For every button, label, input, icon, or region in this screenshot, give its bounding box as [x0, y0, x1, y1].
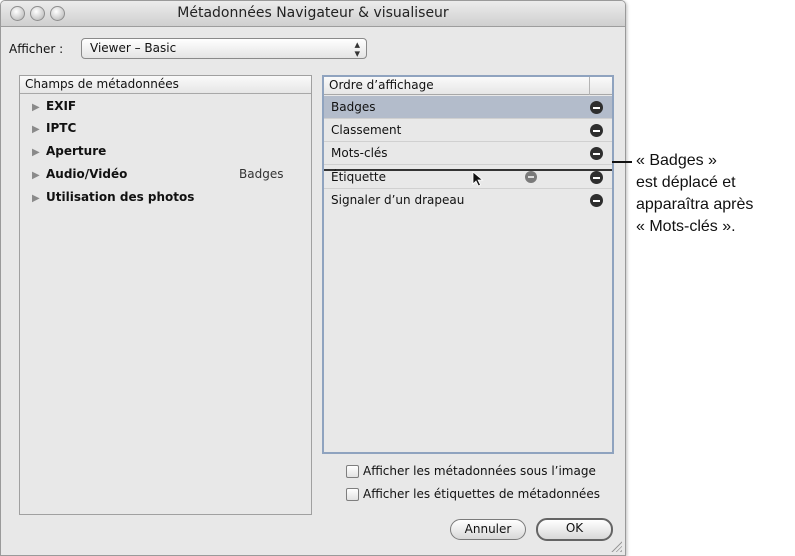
callout-pointer-line: [612, 161, 632, 163]
view-select-value: Viewer – Basic: [90, 41, 177, 55]
view-select[interactable]: Viewer – Basic ▴ ▾: [81, 38, 367, 59]
header-separator: [589, 77, 590, 95]
callout-line-1: « Badges »: [636, 152, 717, 169]
order-item-label: Étiquette: [331, 170, 387, 184]
tree-item-aperture[interactable]: ▶ Aperture: [20, 144, 311, 166]
ok-button[interactable]: OK: [536, 518, 613, 541]
metadata-fields-header: Champs de métadonnées: [20, 76, 311, 94]
order-item-rating[interactable]: Classement: [324, 119, 612, 142]
dragged-remove-icon: [525, 171, 537, 183]
tree-item-photo-usage[interactable]: ▶ Utilisation des photos: [20, 190, 311, 212]
disclosure-triangle-icon[interactable]: ▶: [32, 170, 46, 181]
updown-arrows-icon: ▴ ▾: [354, 38, 360, 60]
order-item-flag[interactable]: Signaler d’un drapeau: [324, 189, 612, 212]
afficher-label: Afficher :: [9, 42, 64, 56]
remove-icon[interactable]: [590, 171, 603, 184]
callout-line-4: « Mots-clés ».: [636, 218, 736, 235]
tree-item-label: Audio/Vidéo: [46, 167, 128, 181]
disclosure-triangle-icon[interactable]: ▶: [32, 193, 46, 204]
order-item-keywords[interactable]: Mots-clés: [324, 142, 612, 165]
show-labels-label: Afficher les étiquettes de métadonnées: [363, 487, 600, 501]
tree-item-exif[interactable]: ▶ EXIF: [20, 99, 311, 121]
remove-icon[interactable]: [590, 147, 603, 160]
callout-line-3: apparaîtra après: [636, 196, 754, 213]
dragged-item-ghost: Badges: [239, 167, 284, 181]
show-below-image-checkbox[interactable]: [346, 464, 359, 478]
remove-icon[interactable]: [590, 124, 603, 137]
order-item-label: Mots-clés: [331, 146, 388, 160]
disclosure-triangle-icon[interactable]: ▶: [32, 147, 46, 158]
metadata-window: Métadonnées Navigateur & visualiseur Aff…: [0, 0, 626, 556]
display-order-header-label: Ordre d’affichage: [329, 78, 434, 92]
window-title: Métadonnées Navigateur & visualiseur: [177, 5, 449, 21]
resize-grip-icon[interactable]: [611, 541, 622, 552]
order-item-label: Signaler d’un drapeau: [331, 193, 465, 207]
disclosure-triangle-icon[interactable]: ▶: [32, 124, 46, 135]
show-labels-checkbox[interactable]: [346, 487, 359, 501]
order-item-label: Classement: [331, 123, 402, 137]
metadata-fields-panel: Champs de métadonnées ▶ EXIF ▶ IPTC ▶ Apert…: [19, 75, 312, 515]
display-order-panel: Ordre d’affichage Badges Classement Mots…: [322, 75, 614, 454]
tree-item-iptc[interactable]: ▶ IPTC: [20, 121, 311, 143]
annotation-callout: « Badges » est déplacé et apparaîtra apr…: [636, 150, 795, 238]
tree-item-label: Aperture: [46, 144, 107, 158]
show-labels-option[interactable]: Afficher les étiquettes de métadonnées: [346, 487, 600, 501]
order-item-label-field[interactable]: Étiquette: [324, 166, 612, 189]
display-order-header: Ordre d’affichage: [324, 77, 612, 95]
title-bar[interactable]: Métadonnées Navigateur & visualiseur: [1, 1, 625, 27]
tree-item-label: EXIF: [46, 99, 77, 113]
tree-item-label: Utilisation des photos: [46, 190, 195, 204]
mouse-cursor-icon: [472, 171, 484, 187]
show-below-image-option[interactable]: Afficher les métadonnées sous l’image: [346, 464, 596, 478]
order-item-badges[interactable]: Badges: [324, 96, 612, 119]
disclosure-triangle-icon[interactable]: ▶: [32, 102, 46, 113]
tree-item-label: IPTC: [46, 121, 77, 135]
cancel-button[interactable]: Annuler: [450, 519, 526, 540]
order-item-label: Badges: [331, 100, 376, 114]
remove-icon[interactable]: [590, 101, 603, 114]
show-below-image-label: Afficher les métadonnées sous l’image: [363, 464, 596, 478]
remove-icon[interactable]: [590, 194, 603, 207]
callout-line-2: est déplacé et: [636, 174, 736, 191]
